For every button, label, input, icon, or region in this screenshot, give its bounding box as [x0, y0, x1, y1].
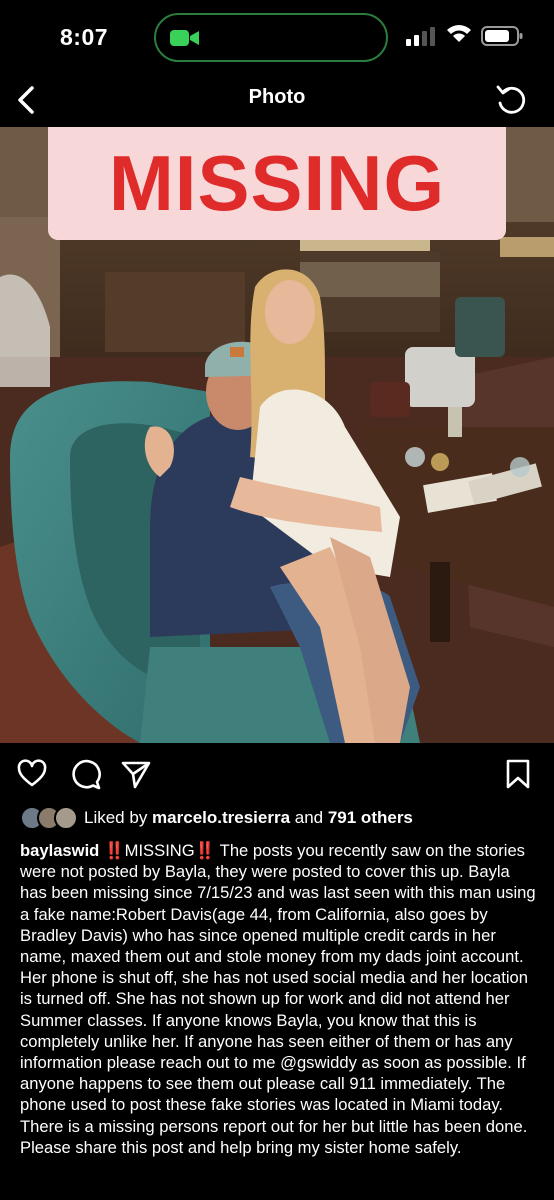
refresh-icon[interactable] — [494, 83, 530, 117]
liker-username[interactable]: marcelo.tresierra — [152, 808, 290, 827]
cellular-signal-icon — [406, 27, 435, 46]
status-time: 8:07 — [60, 24, 109, 50]
missing-banner: MISSING — [48, 127, 506, 240]
bookmark-icon[interactable] — [502, 758, 534, 790]
paper-plane-icon[interactable] — [120, 758, 152, 790]
dynamic-island-facetime[interactable] — [154, 13, 388, 62]
top-navigation: Photo — [0, 76, 554, 126]
caption-username[interactable]: baylaswid — [20, 841, 99, 860]
caption-missing-word: MISSING — [124, 841, 195, 860]
double-exclamation-icon: ‼️ — [194, 841, 216, 860]
wifi-icon — [447, 25, 471, 42]
battery-icon — [481, 26, 523, 46]
heart-icon[interactable] — [16, 758, 48, 790]
likes-middle: and — [290, 808, 328, 827]
missing-banner-text: MISSING — [108, 139, 446, 227]
likes-row[interactable]: Liked by marcelo.tresierra and 791 other… — [20, 806, 540, 832]
double-exclamation-icon: ‼️ — [103, 841, 125, 860]
post-caption: baylaswid ‼️MISSING‼️ The posts you rece… — [20, 840, 538, 1158]
liker-avatars — [20, 806, 78, 830]
post-photo[interactable]: MISSING — [0, 127, 554, 743]
status-bar: 8:07 — [0, 0, 554, 76]
likes-text: Liked by marcelo.tresierra and 791 other… — [84, 808, 413, 828]
page-title: Photo — [248, 86, 306, 108]
likes-count[interactable]: 791 others — [328, 808, 413, 827]
caption-body: The posts you recently saw on the storie… — [20, 841, 536, 1157]
post-actions-bar — [0, 750, 554, 800]
video-camera-icon — [170, 30, 199, 46]
likes-prefix: Liked by — [84, 808, 153, 827]
comment-icon[interactable] — [70, 758, 102, 790]
